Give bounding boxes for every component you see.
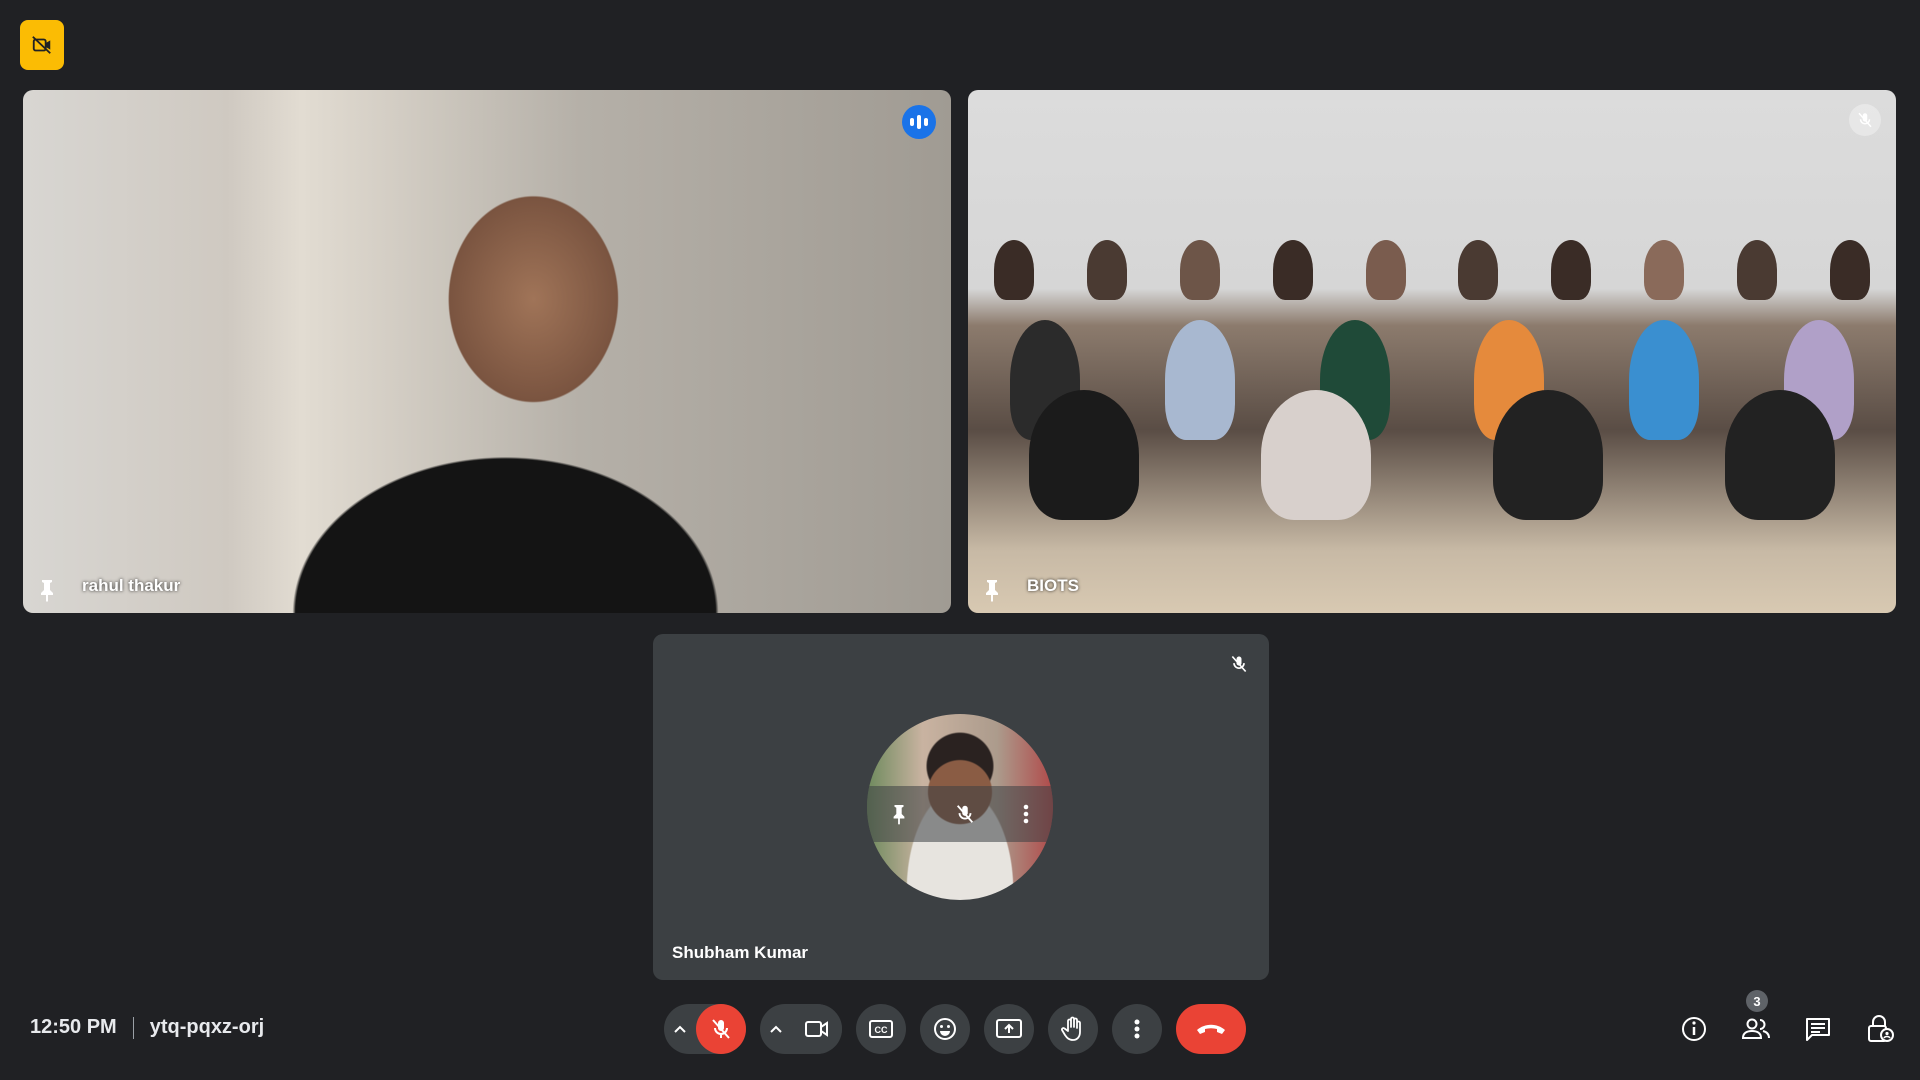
avatar xyxy=(867,714,1053,900)
meeting-code: ytq-pqxz-orj xyxy=(149,1016,265,1038)
closed-captions-icon: CC xyxy=(869,1020,893,1038)
tile-hover-controls xyxy=(867,786,1053,842)
leave-call-button[interactable] xyxy=(1176,1004,1246,1054)
reactions-button[interactable] xyxy=(920,1004,970,1054)
chat-icon xyxy=(1806,1018,1830,1041)
mic-off-icon[interactable] xyxy=(954,803,976,825)
microphone-toggle-button[interactable] xyxy=(696,1004,746,1054)
mic-control-group xyxy=(664,1004,746,1054)
lock-person-icon xyxy=(1868,1015,1894,1042)
muted-indicator xyxy=(1849,104,1881,136)
more-options-icon xyxy=(1134,1019,1140,1039)
mic-off-icon xyxy=(1231,655,1247,673)
pin-icon[interactable] xyxy=(982,578,1002,602)
participant-tile-shubham-kumar[interactable]: Shubham Kumar xyxy=(653,634,1269,980)
svg-text:CC: CC xyxy=(875,1025,888,1035)
participant-name: BIOTS xyxy=(1027,576,1079,595)
pin-icon[interactable] xyxy=(37,578,57,602)
pin-icon[interactable] xyxy=(890,803,908,825)
recording-badge[interactable] xyxy=(20,20,64,70)
divider xyxy=(132,1016,134,1039)
clock-time: 12:50 PM xyxy=(30,1016,117,1038)
people-icon xyxy=(1741,1018,1770,1039)
present-now-button[interactable] xyxy=(984,1004,1034,1054)
participant-tile-rahul-thakur[interactable]: rahul thakur xyxy=(23,90,951,613)
camera-control-group xyxy=(760,1004,842,1054)
chevron-up-icon xyxy=(674,1025,686,1033)
more-options-button[interactable] xyxy=(1112,1004,1162,1054)
participant-tile-biots[interactable]: BIOTS xyxy=(968,90,1896,613)
people-button[interactable]: 3 xyxy=(1736,990,1776,1052)
host-controls-button[interactable] xyxy=(1860,1006,1900,1052)
captions-button[interactable]: CC xyxy=(856,1004,906,1054)
mic-off-icon xyxy=(712,1019,730,1039)
camera-toggle-button[interactable] xyxy=(792,1004,842,1054)
meeting-details-button[interactable] xyxy=(1674,1006,1714,1052)
meeting-details: 12:50 PM ytq-pqxz-orj xyxy=(30,1016,264,1039)
participant-name: Shubham Kumar xyxy=(672,943,809,962)
more-options-icon[interactable] xyxy=(1022,803,1030,825)
participant-count-badge: 3 xyxy=(1746,990,1768,1012)
end-call-icon xyxy=(1197,1024,1225,1034)
present-screen-icon xyxy=(996,1019,1022,1038)
muted-indicator xyxy=(1223,648,1255,680)
side-panel-buttons: 3 xyxy=(1674,990,1900,1052)
call-controls: CC xyxy=(664,1004,1246,1054)
mic-off-icon xyxy=(1858,112,1872,128)
speaking-indicator-icon xyxy=(902,105,936,139)
raise-hand-icon xyxy=(1061,1016,1081,1041)
participant-name: rahul thakur xyxy=(82,576,181,595)
chevron-up-icon xyxy=(770,1025,782,1033)
video-settings-button[interactable] xyxy=(760,1024,792,1034)
audio-settings-button[interactable] xyxy=(664,1024,696,1034)
raise-hand-button[interactable] xyxy=(1048,1004,1098,1054)
emoji-icon xyxy=(934,1018,956,1040)
video-camera-icon xyxy=(805,1021,828,1037)
chat-button[interactable] xyxy=(1798,1006,1838,1052)
video-off-icon xyxy=(32,36,51,54)
info-icon xyxy=(1682,1017,1706,1041)
